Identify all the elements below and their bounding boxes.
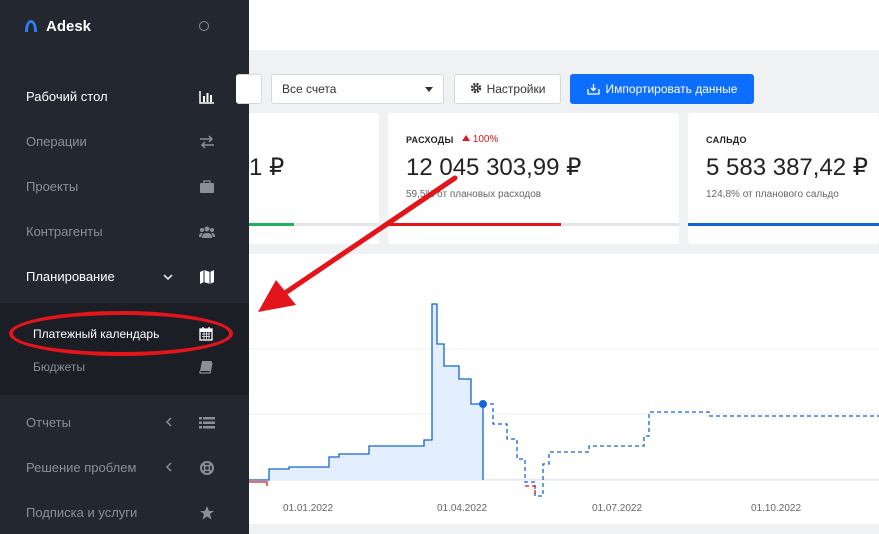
chevron-down-icon <box>163 270 173 284</box>
toggle-circle-icon[interactable] <box>199 21 209 31</box>
expenses-delta-value: 100% <box>472 134 499 145</box>
briefcase-icon <box>199 179 215 194</box>
bar-chart-icon <box>199 90 215 104</box>
income-value: 1 ₽ <box>249 154 285 181</box>
chevron-left-icon <box>165 461 173 475</box>
lifebuoy-icon <box>199 460 215 475</box>
planning-submenu: Платежный календарь Бюджеты <box>0 303 249 395</box>
sidebar-item-subscription[interactable]: Подписка и услуги <box>0 490 249 534</box>
expenses-bar <box>388 223 562 226</box>
users-icon <box>199 225 215 239</box>
balance-title: САЛЬДО <box>706 135 747 145</box>
chevron-left-icon <box>165 416 173 430</box>
x-tick-label: 01.04.2022 <box>437 503 487 514</box>
logo-row: Adesk <box>0 0 249 52</box>
expenses-title: РАСХОДЫ <box>406 135 454 145</box>
balance-chart: 01.01.2022 01.04.2022 01.07.2022 01.10.2022 <box>249 303 879 514</box>
sidebar-item-label: Рабочий стол <box>26 89 108 104</box>
sidebar-item-reports[interactable]: Отчеты <box>0 400 249 445</box>
settings-button[interactable]: Настройки <box>454 74 561 104</box>
caret-down-icon <box>425 86 433 92</box>
sidebar-item-label: Планирование <box>26 269 115 284</box>
settings-label: Настройки <box>486 82 546 96</box>
list-icon <box>199 416 215 430</box>
plan-line <box>483 403 879 497</box>
expenses-delta: 100% <box>462 134 498 145</box>
star-icon <box>199 505 215 520</box>
map-icon <box>199 269 215 284</box>
top-bar <box>249 0 879 50</box>
sidebar-item-label: Решение проблем <box>26 460 137 475</box>
exchange-icon <box>199 134 215 149</box>
negative-segment <box>249 481 268 486</box>
arrow-up-icon <box>462 135 470 141</box>
expenses-sub: 59,5% от плановых расходов <box>406 189 542 200</box>
expenses-value: 12 045 303,99 ₽ <box>406 154 582 181</box>
sidebar-item-planning[interactable]: Планирование <box>0 254 249 299</box>
x-tick-label: 01.07.2022 <box>592 503 642 514</box>
plan-negative-segment <box>525 485 536 496</box>
sidebar-item-label: Подписка и услуги <box>26 505 138 520</box>
x-tick-label: 01.01.2022 <box>283 503 333 514</box>
balance-sub: 124,8% от планового сальдо <box>706 189 839 200</box>
adesk-logo-icon <box>24 19 38 33</box>
balance-value: 5 583 387,42 ₽ <box>706 154 869 181</box>
sidebar-item-label: Проекты <box>26 179 79 194</box>
submenu-item-label: Платежный календарь <box>33 327 160 341</box>
expenses-card: РАСХОДЫ 100% 12 045 303,99 ₽ 59,5% от пл… <box>388 113 679 244</box>
gear-icon <box>470 82 482 97</box>
sidebar-item-contractors[interactable]: Контрагенты <box>0 209 249 254</box>
balance-card: САЛЬДО 5 583 387,42 ₽ 124,8% от плановог… <box>688 113 879 244</box>
sidebar-item-projects[interactable]: Проекты <box>0 164 249 209</box>
import-data-button[interactable]: Импортировать данные <box>570 74 754 104</box>
sidebar-item-label: Контрагенты <box>26 224 103 239</box>
accounts-select-value: Все счета <box>282 82 337 96</box>
income-card: 1 ₽ <box>249 113 379 244</box>
app-name[interactable]: Adesk <box>46 18 91 35</box>
calendar-icon <box>199 327 213 341</box>
chart-panel: 01.01.2022 01.04.2022 01.07.2022 01.10.2022 <box>249 254 879 524</box>
import-icon <box>586 83 600 95</box>
book-icon <box>199 360 213 374</box>
balance-bar <box>688 223 879 226</box>
x-tick-label: 01.10.2022 <box>751 503 801 514</box>
period-select[interactable] <box>236 74 262 104</box>
sidebar-item-troubleshooting[interactable]: Решение проблем <box>0 445 249 490</box>
sidebar-item-label: Операции <box>26 134 87 149</box>
sidebar: Adesk Рабочий стол Операции Проекты Конт… <box>0 0 249 534</box>
submenu-item-budgets[interactable]: Бюджеты <box>0 351 249 383</box>
submenu-item-label: Бюджеты <box>33 360 86 374</box>
sidebar-item-dashboard[interactable]: Рабочий стол <box>0 74 249 119</box>
sidebar-item-operations[interactable]: Операции <box>0 119 249 164</box>
submenu-item-payment-calendar[interactable]: Платежный календарь <box>0 318 249 350</box>
import-label: Импортировать данные <box>605 82 738 96</box>
sidebar-item-label: Отчеты <box>26 415 71 430</box>
accounts-select[interactable]: Все счета <box>271 74 444 104</box>
income-bar <box>249 223 294 226</box>
